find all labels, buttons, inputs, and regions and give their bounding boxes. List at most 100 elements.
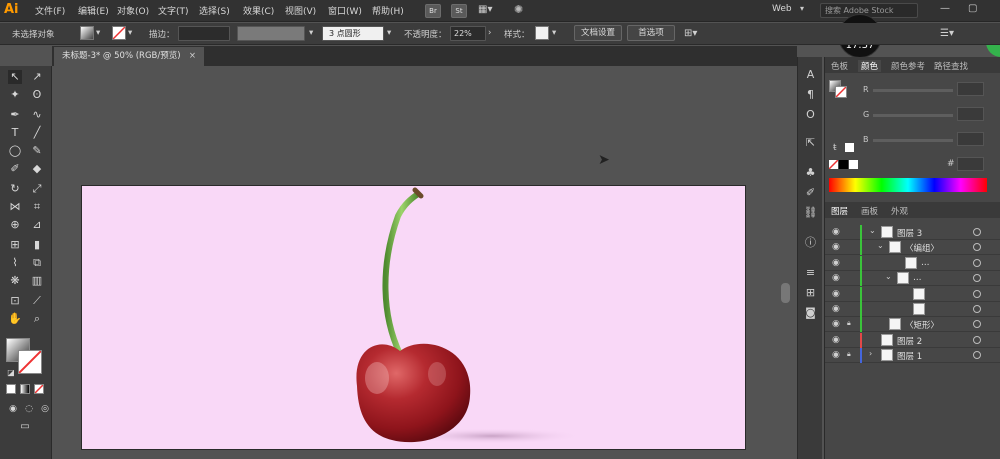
draw-behind-icon[interactable]: ◌ — [22, 402, 36, 416]
free-transform-tool-icon[interactable]: ⌗ — [30, 200, 44, 214]
opentype-panel-icon[interactable]: O — [803, 107, 818, 122]
panel-options-icon[interactable]: ☰▾ — [940, 28, 954, 39]
stroke-color-box[interactable] — [18, 350, 42, 374]
hex-value-field[interactable] — [957, 157, 984, 171]
menu-view[interactable]: 视图(V) — [285, 4, 316, 17]
brush-definition[interactable]: 3 点圆形 — [322, 26, 384, 41]
artboard[interactable] — [81, 185, 746, 450]
bridge-button[interactable]: Br — [425, 4, 441, 18]
align-panel-icon[interactable]: ≡ — [803, 265, 818, 280]
shape-builder-tool-icon[interactable]: ⊕ — [8, 218, 22, 232]
opacity-field[interactable]: 22% — [450, 26, 486, 41]
menu-edit[interactable]: 编辑(E) — [78, 4, 109, 17]
channel-g-slider[interactable] — [873, 114, 953, 117]
close-icon[interactable]: × — [189, 47, 196, 66]
menu-effect[interactable]: 效果(C) — [243, 4, 274, 17]
lock-icon[interactable]: 🔒︎ — [847, 350, 851, 359]
export-panel-icon[interactable]: ⇱ — [803, 135, 818, 150]
layer-row[interactable]: ◉ 🔒︎ › 图层 1 — [825, 348, 1000, 364]
document-tab[interactable]: 未标题-3* @ 50% (RGB/预览) × — [54, 47, 204, 66]
symbols-panel-icon[interactable]: ♣ — [803, 165, 818, 180]
out-of-gamut-icon[interactable]: ŧ — [833, 143, 837, 153]
layer-row[interactable]: ◉ 🔒︎ 〈矩形〉 — [825, 317, 1000, 333]
target-icon[interactable] — [973, 258, 981, 267]
column-graph-tool-icon[interactable]: ▥ — [30, 274, 44, 288]
target-icon[interactable] — [973, 305, 981, 313]
slice-tool-icon[interactable]: ⟋ — [30, 294, 44, 308]
eye-icon[interactable]: ◉ — [832, 242, 840, 252]
none-swatch[interactable] — [828, 159, 839, 170]
chevron-down-icon[interactable]: ▾ — [800, 4, 804, 13]
target-icon[interactable] — [973, 228, 981, 236]
curvature-tool-icon[interactable]: ∿ — [30, 108, 44, 122]
layer-row[interactable]: ◉ — [825, 302, 1000, 317]
layer-row[interactable]: ◉ ⌄… — [825, 271, 1000, 287]
color-mode-icon[interactable] — [6, 384, 16, 394]
eye-icon[interactable]: ◉ — [832, 289, 840, 299]
layer-row[interactable]: ◉ — [825, 286, 1000, 302]
tab-layers[interactable]: 图层 — [831, 205, 848, 217]
stroke-swatch[interactable] — [835, 86, 847, 98]
layer-row[interactable]: ◉ ⌄ 图层 3 — [825, 225, 1000, 240]
menu-window[interactable]: 窗口(W) — [328, 4, 362, 17]
lasso-tool-icon[interactable]: ʘ — [30, 88, 44, 102]
selection-tool-icon[interactable]: ↖ — [8, 70, 22, 84]
layer-row[interactable]: ◉… — [825, 255, 1000, 271]
pen-tool-icon[interactable]: ✒ — [8, 108, 22, 122]
channel-r-slider[interactable] — [873, 89, 953, 92]
eyedropper-tool-icon[interactable]: ⌇ — [8, 256, 22, 270]
chevron-down-icon[interactable]: ▾ — [552, 28, 556, 38]
screen-mode-icon[interactable]: ▭ — [18, 420, 32, 434]
info-panel-icon[interactable]: ⓘ — [803, 235, 818, 250]
appearance-panel-icon[interactable]: ◙ — [803, 305, 818, 320]
target-icon[interactable] — [973, 320, 981, 329]
layer-name[interactable]: 图层 2 — [897, 335, 922, 347]
hand-tool-icon[interactable]: ✋ — [8, 312, 22, 326]
channel-g-value[interactable] — [957, 107, 984, 121]
eye-icon[interactable]: ◉ — [832, 304, 840, 314]
workspace-switcher[interactable]: Web — [772, 4, 792, 14]
paragraph-panel-icon[interactable]: ¶ — [803, 87, 818, 102]
symbol-sprayer-tool-icon[interactable]: ❋ — [8, 274, 22, 288]
blend-tool-icon[interactable]: ⧉ — [30, 256, 44, 270]
tab-color[interactable]: 颜色 — [858, 60, 882, 72]
arrange-documents-icon[interactable]: ▦▾ — [478, 4, 492, 15]
twirl-icon[interactable]: › — [869, 349, 872, 358]
layer-row[interactable]: ◉ ⌄ 〈编组〉 — [825, 240, 1000, 256]
menu-file[interactable]: 文件(F) — [35, 4, 65, 17]
layer-name[interactable]: 图层 1 — [897, 350, 922, 362]
chevron-right-icon[interactable]: › — [488, 28, 491, 38]
layer-name[interactable]: 〈矩形〉 — [905, 319, 939, 331]
layer-name[interactable]: 图层 3 — [897, 227, 922, 239]
magic-wand-tool-icon[interactable]: ✦ — [8, 88, 22, 102]
target-icon[interactable] — [973, 351, 981, 360]
preferences-button[interactable]: 首选项 — [627, 25, 675, 41]
type-tool-icon[interactable]: T — [8, 126, 22, 140]
channel-b-slider[interactable] — [873, 139, 953, 142]
scale-tool-icon[interactable]: ⤢ — [30, 182, 44, 196]
target-icon[interactable] — [973, 243, 981, 252]
character-panel-icon[interactable]: A — [803, 67, 818, 82]
vertical-scrollbar[interactable] — [781, 283, 790, 303]
document-setup-button[interactable]: 文档设置 — [574, 25, 622, 41]
none-mode-icon[interactable] — [34, 384, 44, 394]
cherry-illustration[interactable] — [82, 186, 747, 451]
mesh-tool-icon[interactable]: ⊞ — [8, 238, 22, 252]
rotate-tool-icon[interactable]: ↻ — [8, 182, 22, 196]
zoom-tool-icon[interactable]: ⌕ — [30, 312, 44, 326]
gpu-performance-icon[interactable]: ✺ — [514, 3, 523, 16]
chevron-down-icon[interactable]: ▾ — [309, 28, 313, 38]
artboard-tool-icon[interactable]: ⊡ — [8, 294, 22, 308]
gamut-swatch[interactable] — [845, 143, 854, 152]
tab-color-guide[interactable]: 颜色参考 — [891, 60, 925, 72]
line-tool-icon[interactable]: ╱ — [30, 126, 44, 140]
black-swatch[interactable] — [839, 160, 848, 169]
width-tool-icon[interactable]: ⋈ — [8, 200, 22, 214]
twirl-icon[interactable]: ⌄ — [869, 226, 876, 235]
menu-type[interactable]: 文字(T) — [158, 4, 189, 17]
eye-icon[interactable]: ◉ — [832, 319, 840, 329]
draw-inside-icon[interactable]: ◎ — [38, 402, 52, 416]
stroke-swatch[interactable] — [112, 26, 126, 40]
tab-artboards[interactable]: 画板 — [861, 205, 878, 217]
target-icon[interactable] — [973, 274, 981, 283]
